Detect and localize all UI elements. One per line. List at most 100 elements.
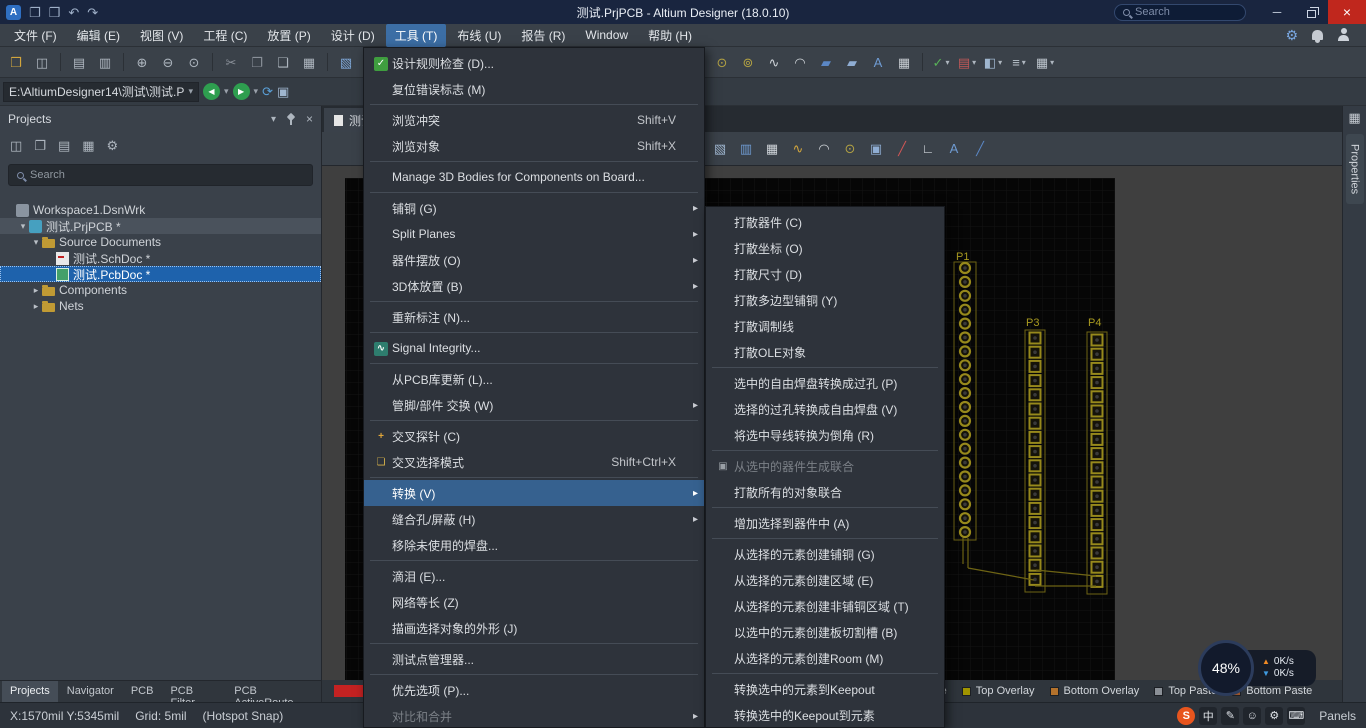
tree-item-pcbdoc[interactable]: 测试.PcbDoc * <box>0 266 321 282</box>
tools-menu-item-25[interactable]: 缝合孔/屏蔽 (H)▸ <box>364 506 704 532</box>
keyboard-icon[interactable]: ⌨ <box>1287 707 1305 725</box>
via-tool-button[interactable]: ⊚ <box>736 50 760 74</box>
expander-icon[interactable]: ▾ <box>30 237 42 248</box>
tree-item-nets[interactable]: ▸Nets <box>0 298 321 314</box>
convert-submenu-item-18[interactable]: 从选择的元素创建区域 (E) <box>706 567 944 593</box>
undo-icon[interactable]: ↶ <box>68 6 79 19</box>
tools-menu-item-9[interactable]: 铺铜 (G)▸ <box>364 195 704 221</box>
document-path-input[interactable]: E:\AltiumDesigner14\测试\测试.P ▾ <box>3 82 199 102</box>
toolbox-icon[interactable]: ⚙ <box>1265 707 1283 725</box>
zoom-area-button[interactable]: ⊙ <box>182 50 206 74</box>
tools-menu-item-7[interactable]: Manage 3D Bodies for Components on Board… <box>364 164 704 190</box>
arc-tool-button[interactable]: ◠ <box>788 50 812 74</box>
expander-icon[interactable]: ▾ <box>17 221 29 232</box>
print-button[interactable]: ▥ <box>93 50 117 74</box>
mask-level-button[interactable]: ◧▾ <box>981 50 1005 74</box>
arc-edit-button[interactable]: ◠ <box>812 137 836 161</box>
panel-dropdown-icon[interactable]: ▾ <box>271 114 276 125</box>
convert-submenu-item-3[interactable]: 打散尺寸 (D) <box>706 261 944 287</box>
close-button[interactable]: × <box>1328 0 1366 24</box>
tools-menu-item-14[interactable]: 重新标注 (N)... <box>364 304 704 330</box>
panel-copy-icon[interactable]: ❐ <box>34 138 46 154</box>
tools-menu-item-26[interactable]: 移除未使用的焊盘... <box>364 532 704 558</box>
menubar-item-6[interactable]: 设计 (D) <box>322 24 384 47</box>
tools-menu-item-11[interactable]: 器件摆放 (O)▸ <box>364 247 704 273</box>
tools-menu-item-10[interactable]: Split Planes▸ <box>364 221 704 247</box>
convert-submenu-item-5[interactable]: 打散调制线 <box>706 313 944 339</box>
menubar-item-9[interactable]: 报告 (R) <box>512 24 574 47</box>
image-button[interactable]: ▣ <box>864 137 888 161</box>
dimension-button[interactable]: ≡▾ <box>1007 50 1031 74</box>
projects-search-box[interactable]: Search <box>8 164 313 186</box>
back-dropdown[interactable]: ▾ <box>224 86 229 97</box>
menubar-item-1[interactable]: 文件 (F) <box>5 24 66 47</box>
close-panel-icon[interactable]: × <box>306 112 313 126</box>
panels-button[interactable]: Panels <box>1319 709 1356 723</box>
panel-tab-projects[interactable]: Projects <box>2 681 58 702</box>
tools-menu-item-32[interactable]: 测试点管理器... <box>364 646 704 672</box>
forward-dropdown[interactable]: ▾ <box>254 86 259 97</box>
panel-docs-icon[interactable]: ▤ <box>58 138 70 154</box>
workspace-button[interactable]: ▣ <box>277 84 289 100</box>
restore-button[interactable] <box>1294 0 1328 24</box>
properties-tab[interactable]: Properties <box>1346 134 1364 204</box>
board-insight-button[interactable]: ▥ <box>734 137 758 161</box>
panel-tab-pcb-activeroute[interactable]: PCB ActiveRoute <box>226 681 321 702</box>
layer-tab-top-layer[interactable] <box>334 685 364 697</box>
speed-widget[interactable]: 48% <box>1198 640 1254 696</box>
convert-submenu-item-24[interactable]: 转换选中的Keepout到元素 <box>706 702 944 728</box>
layer-tab-bottom-overlay[interactable]: Bottom Overlay <box>1050 685 1140 697</box>
expander-icon[interactable]: ▸ <box>30 301 42 312</box>
panel-tab-pcb[interactable]: PCB <box>123 681 162 702</box>
route-button[interactable]: ∿ <box>786 137 810 161</box>
convert-submenu-item-17[interactable]: 从选择的元素创建铺铜 (G) <box>706 541 944 567</box>
menubar-item-8[interactable]: 布线 (U) <box>448 24 510 47</box>
tools-menu-item-24[interactable]: 转换 (V)▸ <box>364 480 704 506</box>
convert-submenu-item-2[interactable]: 打散坐标 (O) <box>706 235 944 261</box>
emoji-icon[interactable]: ☺ <box>1243 707 1261 725</box>
drc-check-button[interactable]: ✓▾ <box>929 50 953 74</box>
tree-item-workspace[interactable]: Workspace1.DsnWrk <box>0 202 321 218</box>
convert-submenu-item-9[interactable]: 选择的过孔转换成自由焊盘 (V) <box>706 396 944 422</box>
global-search-box[interactable]: Search <box>1114 4 1246 21</box>
zoom-fit-button[interactable]: ⊖ <box>156 50 180 74</box>
print-preview-button[interactable]: ▤ <box>67 50 91 74</box>
handwriting-icon[interactable]: ✎ <box>1221 707 1239 725</box>
copy-button[interactable]: ❐ <box>245 50 269 74</box>
expander-icon[interactable]: ▸ <box>30 285 42 296</box>
new-doc-icon[interactable]: ❐ <box>29 6 41 19</box>
sogou-logo-icon[interactable]: S <box>1177 707 1195 725</box>
tools-menu-item-16[interactable]: ∿Signal Integrity... <box>364 335 704 361</box>
menubar-item-10[interactable]: Window <box>576 25 637 45</box>
convert-submenu-item-21[interactable]: 从选择的元素创建Room (M) <box>706 645 944 671</box>
tree-item-components[interactable]: ▸Components <box>0 282 321 298</box>
panel-structure-icon[interactable]: ▦ <box>82 138 94 154</box>
paste-button[interactable]: ❑ <box>271 50 295 74</box>
save-button[interactable]: ◫ <box>30 50 54 74</box>
pin-icon[interactable] <box>286 113 296 125</box>
redline-button[interactable]: ╱ <box>890 137 914 161</box>
menubar-item-11[interactable]: 帮助 (H) <box>639 24 701 47</box>
convert-submenu-item-13[interactable]: 打散所有的对象联合 <box>706 479 944 505</box>
text-button[interactable]: A <box>942 137 966 161</box>
path-dropdown-icon[interactable]: ▾ <box>188 86 193 97</box>
convert-submenu-item-10[interactable]: 将选中导线转换为倒角 (R) <box>706 422 944 448</box>
tree-item-project[interactable]: ▾测试.PrjPCB * <box>0 218 321 234</box>
lang-mode-icon[interactable]: 中 <box>1199 707 1217 725</box>
back-button[interactable]: ◀ <box>203 83 220 100</box>
convert-submenu-item-15[interactable]: 增加选择到器件中 (A) <box>706 510 944 536</box>
convert-submenu-item-8[interactable]: 选中的自由焊盘转换成过孔 (P) <box>706 370 944 396</box>
tools-menu-item-22[interactable]: ❏交叉选择模式Shift+Ctrl+X <box>364 449 704 475</box>
tools-menu-item-30[interactable]: 描画选择对象的外形 (J) <box>364 615 704 641</box>
user-profile-icon[interactable] <box>1337 28 1350 42</box>
tools-menu-item-21[interactable]: +交叉探针 (C) <box>364 423 704 449</box>
tools-menu-item-18[interactable]: 从PCB库更新 (L)... <box>364 366 704 392</box>
pad-tool-button[interactable]: ⊙ <box>710 50 734 74</box>
redo-icon[interactable]: ↷ <box>87 6 98 19</box>
tools-menu-item-2[interactable]: 复位错误标志 (M) <box>364 76 704 102</box>
tree-item-source-documents[interactable]: ▾Source Documents <box>0 234 321 250</box>
array-paste-button[interactable]: ▦ <box>297 50 321 74</box>
tools-menu-item-34[interactable]: 优先选项 (P)... <box>364 677 704 703</box>
open-button[interactable]: ❒ <box>4 50 28 74</box>
measure-button[interactable]: ∟ <box>916 137 940 161</box>
